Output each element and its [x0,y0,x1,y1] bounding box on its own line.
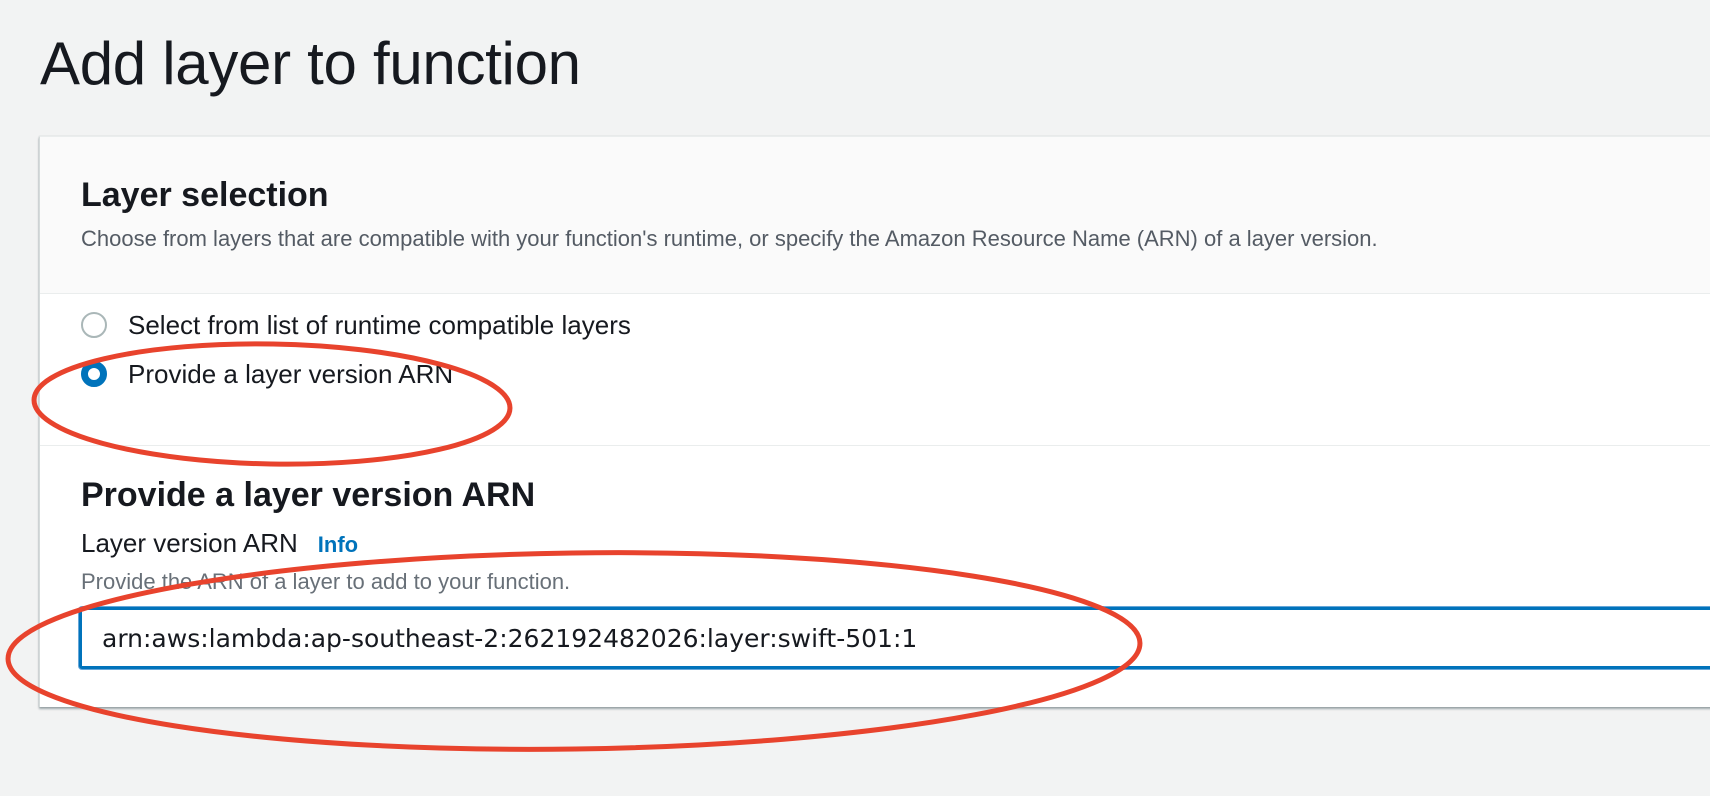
page-title: Add layer to function [40,30,581,97]
panel-header: Layer selection Choose from layers that … [40,137,1710,294]
radio-button-checked[interactable] [81,361,107,387]
field-hint: Provide the ARN of a layer to add to you… [81,569,571,594]
section-description: Choose from layers that are compatible w… [81,226,1378,251]
radio-option-provide-arn[interactable]: Provide a layer version ARN [81,356,453,392]
info-link[interactable]: Info [318,532,358,558]
divider [40,445,1710,446]
radio-label: Select from list of runtime compatible l… [128,310,631,340]
field-label-row: Layer version ARN Info [81,526,358,560]
radio-button-unchecked[interactable] [81,312,107,338]
radio-option-compatible-layers[interactable]: Select from list of runtime compatible l… [81,307,631,343]
layer-selection-panel: Layer selection Choose from layers that … [39,136,1710,707]
section-title: Layer selection [81,176,329,214]
radio-label: Provide a layer version ARN [128,359,454,389]
field-label: Layer version ARN [81,528,298,558]
subsection-title: Provide a layer version ARN [81,476,536,514]
layer-arn-input[interactable] [79,607,1710,669]
